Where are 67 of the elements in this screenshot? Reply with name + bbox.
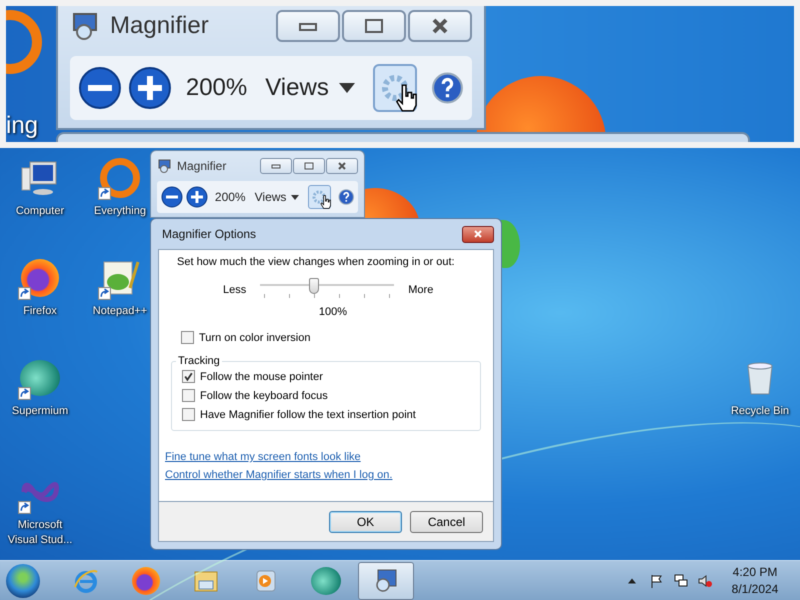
- icon-label: Recycle Bin: [730, 404, 790, 419]
- firefox-icon: [132, 566, 160, 594]
- zoom-in-button[interactable]: [186, 185, 208, 209]
- close-button[interactable]: [408, 10, 472, 42]
- close-button[interactable]: [462, 226, 494, 242]
- icon-label: Firefox: [22, 304, 58, 319]
- start-button[interactable]: [6, 564, 40, 598]
- zoom-in-button[interactable]: [128, 64, 172, 112]
- prompt-text: Set how much the view changes when zooming in or out:: [177, 256, 456, 268]
- window-title: Magnifier: [177, 159, 226, 173]
- slider-value: 100%: [318, 306, 348, 318]
- minimize-button[interactable]: [260, 158, 292, 174]
- clock-date: 8/1/2024: [732, 580, 778, 598]
- speaker-muted-icon[interactable]: [698, 574, 712, 588]
- maximize-button[interactable]: [293, 158, 325, 174]
- close-button[interactable]: [326, 158, 358, 174]
- slider-min-label: Less: [223, 284, 246, 296]
- group-title: Tracking: [177, 355, 221, 367]
- minimize-button[interactable]: [276, 10, 340, 42]
- cancel-button[interactable]: Cancel: [410, 511, 483, 533]
- maximize-icon: [364, 18, 384, 34]
- minimize-icon: [271, 163, 281, 169]
- dialog-title: Magnifier Options: [162, 227, 256, 241]
- help-icon[interactable]: [338, 188, 354, 206]
- tracking-checkbox[interactable]: Follow the keyboard focus: [182, 386, 470, 405]
- hand-cursor-icon: [395, 82, 418, 114]
- clock[interactable]: 4:20 PM 8/1/2024: [722, 564, 788, 598]
- flag-icon[interactable]: [650, 574, 664, 588]
- icon-label: ing: [6, 112, 38, 140]
- help-icon[interactable]: [431, 70, 464, 106]
- help-link[interactable]: Control whether Magnifier starts when I log on.: [165, 469, 392, 481]
- minimize-icon: [298, 20, 318, 32]
- icon-label: Computer: [14, 204, 66, 219]
- caret-icon: [291, 194, 300, 200]
- close-icon: [473, 230, 483, 238]
- tracking-checkbox[interactable]: Follow the mouse pointer: [182, 367, 470, 386]
- network-icon[interactable]: [674, 574, 688, 588]
- views-dropdown[interactable]: Views: [261, 74, 359, 102]
- zoom-level: 200%: [214, 190, 246, 204]
- views-dropdown[interactable]: Views: [252, 190, 302, 204]
- clock-time: 4:20 PM: [732, 564, 778, 580]
- checkmark-icon: [183, 371, 194, 382]
- slider-max-label: More: [408, 284, 434, 296]
- icon-label: Supermium: [10, 404, 70, 419]
- help-link[interactable]: Fine tune what my screen fonts look like: [165, 451, 361, 463]
- zoom-out-button[interactable]: [161, 185, 183, 209]
- zoom-out-button[interactable]: [78, 64, 122, 112]
- magnifier-taskbar-button[interactable]: [358, 562, 414, 600]
- icon-label: Everything: [93, 204, 147, 219]
- ok-button[interactable]: OK: [329, 511, 402, 533]
- ring-icon[interactable]: [98, 156, 142, 200]
- icon-label: Notepad++: [92, 304, 148, 319]
- tracking-checkbox[interactable]: Have Magnifier follow the text insertion point: [182, 405, 470, 424]
- close-icon: [430, 18, 450, 34]
- magnifier-icon: [157, 158, 173, 174]
- window-title: Magnifier: [110, 12, 209, 40]
- zoom-level: 200%: [186, 74, 248, 102]
- icon-label: Microsoft Visual Stud...: [6, 518, 74, 548]
- slider-thumb[interactable]: [308, 278, 319, 294]
- show-hidden-icons-button[interactable]: [628, 578, 636, 584]
- settings-icon: [311, 189, 328, 205]
- caret-icon: [338, 83, 355, 93]
- close-icon: [337, 162, 347, 170]
- maximize-button[interactable]: [342, 10, 406, 42]
- maximize-icon: [304, 162, 314, 170]
- color-inversion-checkbox[interactable]: Turn on color inversion: [181, 328, 481, 347]
- hand-cursor-icon: [320, 194, 331, 210]
